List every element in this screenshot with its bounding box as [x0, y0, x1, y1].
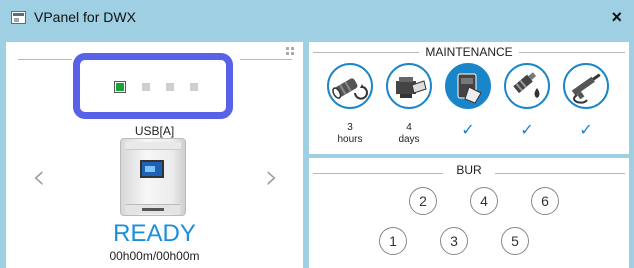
machine-panel: USB[A] ‹ › READY 00h00m/00h00m — [6, 42, 303, 268]
bur-slot-2[interactable]: 2 — [409, 187, 437, 215]
spindle-hours-unit: hours — [337, 134, 363, 145]
check-icon: ✓ — [579, 120, 593, 139]
connection-port: USB[A] — [134, 124, 175, 138]
bur-slot-3[interactable]: 3 — [440, 227, 468, 255]
divider — [240, 59, 292, 60]
check-icon: ✓ — [520, 120, 534, 139]
cleaning-icon[interactable] — [386, 63, 432, 109]
bur-panel: BUR 2 4 6 1 3 5 — [309, 158, 629, 268]
check-icon: ✓ — [461, 120, 475, 139]
machine-slot-4[interactable] — [190, 83, 198, 91]
machine-slot-1[interactable] — [114, 81, 126, 93]
prev-machine-button[interactable]: ‹ — [32, 157, 46, 197]
maintenance-panel: MAINTENANCE 3 hours 4 days ✓ ✓ ✓ — [309, 42, 629, 154]
bur-slot-4[interactable]: 4 — [470, 187, 498, 215]
bur-slot-1[interactable]: 1 — [379, 227, 407, 255]
machine-selector[interactable] — [73, 53, 233, 119]
machine-slot-2[interactable] — [142, 83, 150, 91]
next-machine-button[interactable]: › — [265, 157, 279, 197]
bur-title: BUR — [456, 163, 482, 177]
bur-slot-5[interactable]: 5 — [501, 227, 529, 255]
milling-machine-image — [120, 138, 186, 218]
job-time: 00h00m/00h00m — [109, 249, 200, 263]
title-bar: VPanel for DWX × — [0, 0, 634, 36]
divider — [18, 59, 72, 60]
machine-status: READY — [113, 220, 196, 247]
maintenance-title: MAINTENANCE — [425, 45, 513, 59]
machine-slot-3[interactable] — [166, 83, 174, 91]
cleaning-days-value: 4 — [406, 122, 412, 133]
spindle-rotation-icon[interactable] — [327, 63, 373, 109]
grip-icon[interactable] — [286, 47, 294, 55]
window-title: VPanel for DWX — [34, 9, 136, 25]
bur-slot-6[interactable]: 6 — [531, 187, 559, 215]
cleaning-days-unit: days — [398, 134, 420, 145]
spindle-hours-value: 3 — [347, 122, 353, 133]
dust-collector-icon[interactable] — [445, 63, 491, 109]
air-blow-gun-icon[interactable] — [563, 63, 609, 109]
app-icon — [11, 11, 26, 24]
oil-bottle-icon[interactable] — [504, 63, 550, 109]
close-icon[interactable]: × — [611, 7, 622, 28]
